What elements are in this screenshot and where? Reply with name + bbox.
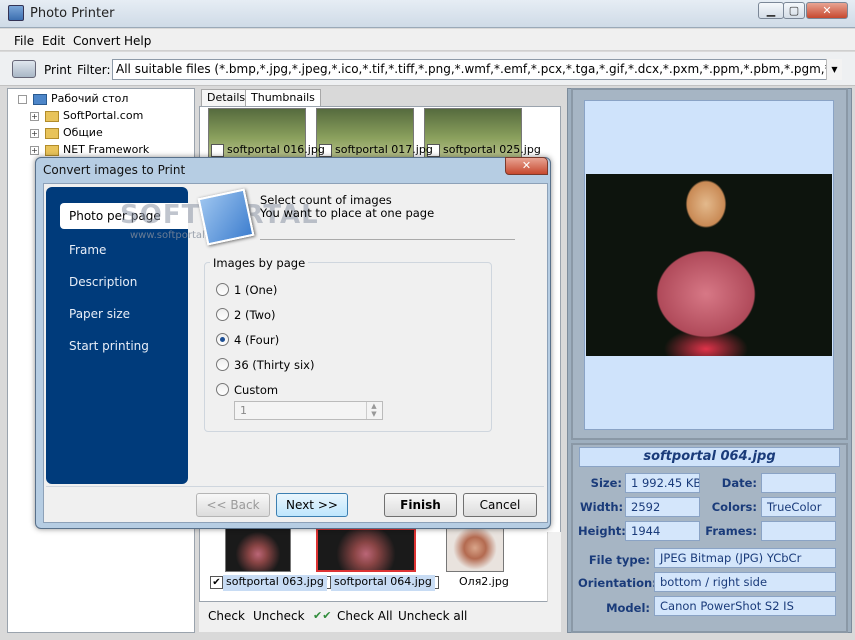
photo-icon: [197, 188, 255, 246]
header-divider: [260, 239, 515, 240]
radio-four[interactable]: [216, 333, 229, 346]
radio-thirty-six-label[interactable]: 36 (Thirty six): [234, 358, 314, 372]
width-label: Width:: [580, 500, 624, 514]
dialog-title: Convert images to Print: [43, 163, 186, 177]
thumbnail-checkbox[interactable]: [211, 144, 224, 157]
filter-select[interactable]: All suitable files (*.bmp,*.jpg,*.jpeg,*…: [112, 59, 842, 80]
desktop-icon: [33, 93, 47, 105]
menu-help[interactable]: Help: [124, 34, 151, 48]
width-value: 2592: [625, 497, 700, 517]
radio-thirty-six[interactable]: [216, 358, 229, 371]
preview-photo: [586, 174, 832, 356]
radio-one-label[interactable]: 1 (One): [234, 283, 277, 297]
vertical-scrollbar[interactable]: [547, 532, 561, 602]
filter-label: Filter:: [77, 63, 111, 77]
print-icon[interactable]: [12, 60, 36, 78]
close-button[interactable]: ✕: [806, 2, 848, 19]
thumbnail-checkbox[interactable]: ✔: [210, 576, 223, 589]
check-all-icon: ✔✔: [313, 609, 332, 622]
header-title: Select count of images: [260, 193, 392, 207]
tab-thumbnails[interactable]: Thumbnails: [245, 89, 321, 106]
minimize-button[interactable]: ▁: [758, 2, 784, 19]
back-button[interactable]: << Back: [196, 493, 270, 517]
expand-icon[interactable]: +: [30, 145, 39, 155]
maximize-button[interactable]: ▢: [783, 2, 805, 19]
tree-item-label: Общие: [63, 126, 103, 139]
radio-four-label[interactable]: 4 (Four): [234, 333, 279, 347]
height-label: Height:: [578, 524, 626, 538]
check-button[interactable]: Check: [208, 609, 245, 623]
expand-icon[interactable]: +: [30, 111, 39, 121]
size-label: Size:: [590, 476, 622, 490]
tree-item-netframework[interactable]: + NET Framework: [30, 143, 149, 156]
dialog-divider: [46, 486, 544, 487]
wizard-step-description[interactable]: Description: [69, 275, 137, 289]
tree-item-label: Рабочий стол: [51, 92, 129, 105]
radio-two-label[interactable]: 2 (Two): [234, 308, 276, 322]
custom-count-input[interactable]: 1: [234, 401, 383, 420]
thumbnail-label: softportal 063.jpg: [223, 575, 327, 591]
thumbnail-image[interactable]: [225, 528, 291, 572]
window-title: Photo Printer: [30, 6, 115, 21]
title-bar: [0, 0, 855, 28]
header-subtitle: You want to place at one page: [260, 206, 435, 220]
folder-icon: [45, 127, 59, 139]
wizard-step-paper-size[interactable]: Paper size: [69, 307, 130, 321]
radio-custom[interactable]: [216, 383, 229, 396]
expand-icon[interactable]: +: [30, 128, 39, 138]
chevron-down-icon[interactable]: ▼: [826, 59, 842, 80]
thumbnail-image-selected[interactable]: [316, 528, 416, 572]
date-value: [761, 473, 836, 493]
thumbnail-label: Оля2.jpg: [459, 575, 509, 588]
check-all-button[interactable]: Check All: [337, 609, 393, 623]
menu-edit[interactable]: Edit: [42, 34, 65, 48]
model-value: Canon PowerShot S2 IS: [654, 596, 836, 616]
colors-value: TrueColor: [761, 497, 836, 517]
print-button[interactable]: Print: [44, 63, 72, 77]
menu-file[interactable]: File: [14, 34, 34, 48]
tree-item-label: NET Framework: [63, 143, 150, 156]
orientation-label: Orientation:: [578, 576, 657, 590]
radio-one[interactable]: [216, 283, 229, 296]
tree-item-softportal[interactable]: + SoftPortal.com: [30, 109, 143, 122]
filetype-label: File type:: [588, 553, 650, 567]
model-label: Model:: [606, 601, 650, 615]
uncheck-button[interactable]: Uncheck: [253, 609, 305, 623]
cancel-button[interactable]: Cancel: [463, 493, 537, 517]
thumbnail-image[interactable]: [446, 528, 504, 572]
wizard-step-start-printing[interactable]: Start printing: [69, 339, 149, 353]
next-button[interactable]: Next >>: [276, 493, 348, 517]
filetype-value: JPEG Bitmap (JPG) YCbCr: [654, 548, 836, 568]
menu-convert[interactable]: Convert: [73, 34, 120, 48]
folder-icon: [45, 110, 59, 122]
radio-custom-label[interactable]: Custom: [234, 383, 278, 397]
orientation-value: bottom / right side: [654, 572, 836, 592]
wizard-step-frame[interactable]: Frame: [69, 243, 106, 257]
tab-details[interactable]: Details: [201, 89, 252, 106]
folder-icon: [45, 144, 59, 156]
height-value: 1944: [625, 521, 700, 541]
size-value: 1 992.45 KB: [625, 473, 700, 493]
tree-item-shared[interactable]: + Общие: [30, 126, 103, 139]
frames-value: [761, 521, 836, 541]
image-filename: softportal 064.jpg: [579, 447, 840, 467]
printer-icon: [8, 5, 24, 21]
tree-item-label: SoftPortal.com: [63, 109, 144, 122]
date-label: Date:: [721, 476, 757, 490]
colors-label: Colors:: [711, 500, 757, 514]
uncheck-all-button[interactable]: Uncheck all: [398, 609, 467, 623]
spinner-arrows-icon[interactable]: ▲ ▼: [366, 402, 381, 419]
radio-two[interactable]: [216, 308, 229, 321]
finish-button[interactable]: Finish: [384, 493, 457, 517]
frames-label: Frames:: [705, 524, 757, 538]
group-title: Images by page: [210, 256, 309, 270]
tree-item-desktop[interactable]: Рабочий стол: [18, 92, 128, 105]
dialog-close-button[interactable]: ✕: [505, 157, 548, 175]
thumbnail-label: softportal 064.jpg: [331, 575, 435, 591]
collapse-icon[interactable]: [18, 94, 27, 104]
